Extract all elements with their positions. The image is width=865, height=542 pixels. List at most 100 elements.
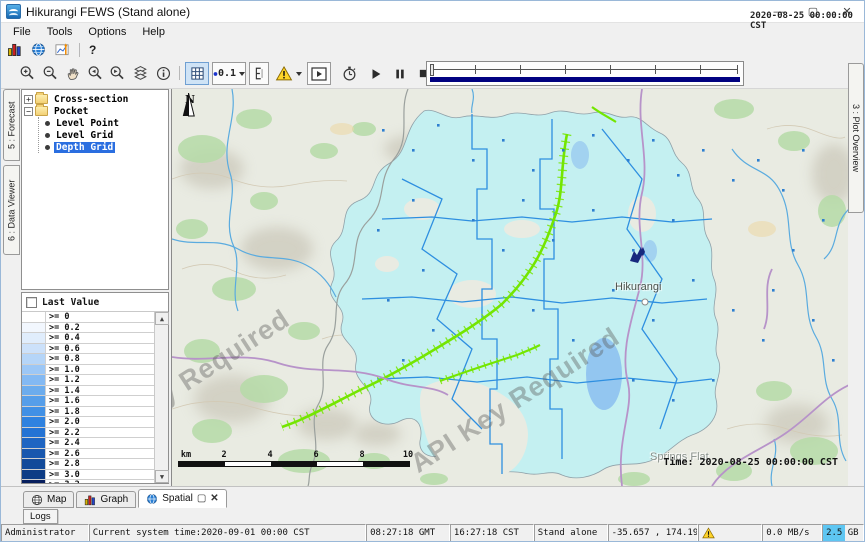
status-memory: 2.5 GB xyxy=(822,524,864,542)
scroll-up-icon[interactable]: ▲ xyxy=(155,312,169,325)
right-tab-strip: 3 : Plot Overview xyxy=(848,61,865,486)
scale-tick: 10 xyxy=(403,450,413,460)
pan-hand-icon[interactable] xyxy=(65,62,82,85)
zoom-next-icon[interactable] xyxy=(109,62,126,85)
menu-file[interactable]: File xyxy=(5,25,39,39)
tab-map[interactable]: Map xyxy=(23,491,74,508)
contour-icon[interactable] xyxy=(249,62,269,85)
legend-swatch xyxy=(22,333,46,343)
tree-item-cross-section[interactable]: + Cross-section xyxy=(24,93,166,105)
zoom-previous-icon[interactable] xyxy=(87,62,104,85)
app-logo-icon xyxy=(6,4,21,19)
timeline-tick xyxy=(655,65,656,74)
folder-icon xyxy=(35,94,48,104)
globe-icon[interactable] xyxy=(31,42,46,57)
toolbar-separator xyxy=(179,66,180,80)
map-view[interactable]: N API Key Required API Key Required Hiku… xyxy=(171,89,848,486)
tree-item-depth-grid[interactable]: Depth Grid xyxy=(43,141,166,153)
menu-tools[interactable]: Tools xyxy=(39,25,81,39)
legend-swatch xyxy=(22,470,46,480)
legend-swatch xyxy=(22,312,46,322)
last-value-checkbox[interactable] xyxy=(26,297,37,308)
legend-row: >= 0.4 xyxy=(22,333,154,344)
grid-icon[interactable] xyxy=(185,62,209,85)
timeline-handle[interactable] xyxy=(430,64,434,76)
tab-graph[interactable]: Graph xyxy=(76,491,136,508)
legend-row: >= 1.4 xyxy=(22,386,154,397)
undock-icon[interactable]: ▢ xyxy=(197,493,206,504)
tree-item-level-grid[interactable]: Level Grid xyxy=(43,129,166,141)
north-arrow-icon xyxy=(182,93,195,117)
legend-label: >= 1.8 xyxy=(46,407,154,417)
scale-tick: 6 xyxy=(313,450,318,460)
tab-graph-label: Graph xyxy=(100,494,128,505)
legend-label: >= 0.8 xyxy=(46,354,154,364)
play-icon[interactable] xyxy=(369,62,383,85)
legend-label: >= 1.6 xyxy=(46,396,154,406)
animation-icon[interactable] xyxy=(307,62,331,85)
zoom-out-icon[interactable] xyxy=(42,62,59,85)
timeline-slider[interactable] xyxy=(426,61,744,86)
timeline-datetime: 2020-08-25 00:00:00 CST xyxy=(750,11,864,31)
pause-icon[interactable] xyxy=(393,62,407,85)
import-chart-icon[interactable] xyxy=(7,42,22,57)
legend-label: >= 2.8 xyxy=(46,459,154,469)
legend-swatch xyxy=(22,323,46,333)
interval-dropdown[interactable]: 0.1 xyxy=(212,62,246,85)
status-local-time: 16:27:18 CST xyxy=(450,524,534,542)
map-time-label: Time: 2020-08-25 00:00:00 CST xyxy=(663,457,838,468)
bottom-tab-bar: Map Graph Spatial ▢ ✕ Logs xyxy=(1,486,864,524)
legend-swatch xyxy=(22,428,46,438)
timeline-tick xyxy=(475,65,476,74)
legend-scrollbar[interactable]: ▲ ▼ xyxy=(154,312,168,483)
logs-button[interactable]: Logs xyxy=(23,509,58,524)
legend-row: >= 1.8 xyxy=(22,407,154,418)
place-label-hikurangi: Hikurangi xyxy=(615,281,661,293)
stopwatch-icon[interactable] xyxy=(341,62,358,85)
toolbar-separator xyxy=(79,43,80,57)
menu-options[interactable]: Options xyxy=(80,25,134,39)
tree-item-pocket[interactable]: − Pocket xyxy=(24,105,166,117)
collapse-icon[interactable]: − xyxy=(24,107,33,116)
tab-forecast[interactable]: 5 : Forecast xyxy=(3,89,20,161)
menu-bar: File Tools Options Help xyxy=(1,23,864,41)
legend-swatch xyxy=(22,417,46,427)
close-tab-icon[interactable]: ✕ xyxy=(210,493,218,504)
status-mode: Stand alone xyxy=(534,524,608,542)
legend-label: >= 0 xyxy=(46,312,154,322)
legend-label: >= 3.2 xyxy=(46,480,154,483)
status-system-time: Current system time:2020-09-01 00:00 CST xyxy=(89,524,366,542)
legend-row: >= 1.0 xyxy=(22,365,154,376)
tab-data-viewer[interactable]: 6 : Data Viewer xyxy=(3,165,20,255)
help-icon[interactable]: ? xyxy=(89,43,96,57)
legend-label: >= 2.2 xyxy=(46,428,154,438)
status-gmt-time: 08:27:18 GMT xyxy=(366,524,450,542)
tree-item-label: Level Grid xyxy=(54,130,115,141)
tab-plot-overview[interactable]: 3 : Plot Overview xyxy=(848,63,864,213)
tab-map-label: Map xyxy=(47,494,66,505)
spatial-display-icon[interactable] xyxy=(55,42,70,57)
status-bar: Administrator Current system time:2020-0… xyxy=(1,524,864,542)
legend-header: Last Value xyxy=(22,293,168,312)
expand-icon[interactable]: + xyxy=(24,95,33,104)
scroll-down-icon[interactable]: ▼ xyxy=(155,470,169,483)
zoom-in-icon[interactable] xyxy=(19,62,36,85)
leaf-bullet-icon xyxy=(45,145,50,150)
tree-item-label: Pocket xyxy=(52,106,90,117)
tree-item-level-point[interactable]: Level Point xyxy=(43,117,166,129)
legend-row: >= 2.0 xyxy=(22,417,154,428)
menu-help[interactable]: Help xyxy=(134,25,173,39)
legend-label: >= 0.4 xyxy=(46,333,154,343)
legend-row: >= 0 xyxy=(22,312,154,323)
tab-spatial[interactable]: Spatial ▢ ✕ xyxy=(138,489,226,508)
layers-icon[interactable] xyxy=(132,62,149,85)
info-icon[interactable] xyxy=(155,62,172,85)
tree-item-label-selected: Depth Grid xyxy=(54,142,115,153)
graph-bars-icon xyxy=(84,494,96,506)
scale-bar: km 2 4 6 8 10 xyxy=(178,450,428,472)
map-globe-icon xyxy=(31,494,43,506)
last-value-label: Last Value xyxy=(42,297,99,308)
warning-dropdown[interactable] xyxy=(273,62,303,85)
main-area: 5 : Forecast 6 : Data Viewer + Cross-sec… xyxy=(1,89,864,486)
legend-swatch xyxy=(22,438,46,448)
